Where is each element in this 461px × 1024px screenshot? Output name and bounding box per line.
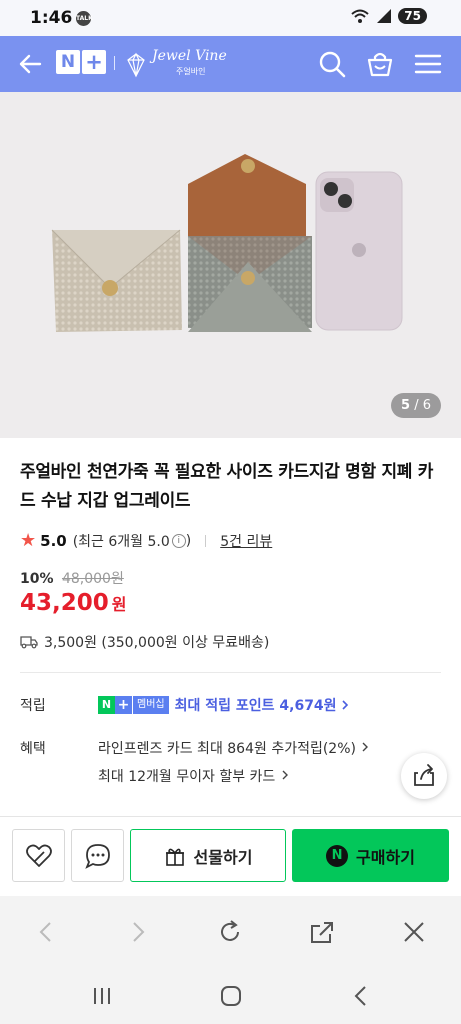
talk-notification-icon: TALK bbox=[76, 11, 93, 26]
points-row[interactable]: 적립 N + 멤버십 최대 적립 포인트 4,674원 bbox=[20, 695, 350, 715]
product-title: 주얼바인 천연가죽 꼭 필요한 사이즈 카드지갑 명함 지폐 카드 수납 지갑 … bbox=[20, 462, 434, 511]
membership-text: 멤버십 bbox=[133, 696, 169, 714]
buy-button[interactable]: N 구매하기 bbox=[292, 829, 449, 882]
phone-image bbox=[315, 171, 403, 331]
talk-inquiry-button[interactable] bbox=[71, 829, 124, 882]
discount-row: 10% 48,000원 bbox=[20, 568, 124, 588]
image-page-indicator: 5 / 6 bbox=[391, 393, 441, 418]
heart-icon bbox=[26, 844, 52, 867]
system-navigation-bar bbox=[0, 968, 461, 1024]
browser-toolbar bbox=[0, 896, 461, 968]
discount-rate: 10% bbox=[20, 571, 54, 587]
delivery-truck-icon bbox=[20, 636, 38, 649]
info-icon[interactable]: i bbox=[171, 533, 186, 548]
currency-unit: 원 bbox=[111, 595, 127, 614]
section-divider bbox=[20, 672, 441, 673]
battery-indicator: 75 bbox=[398, 8, 427, 24]
gift-button[interactable]: 선물하기 bbox=[130, 829, 286, 882]
menu-icon[interactable] bbox=[412, 48, 444, 80]
total-pages: 6 bbox=[422, 398, 431, 413]
naver-pay-icon: N bbox=[326, 844, 349, 867]
price-row: 43,200 원 bbox=[20, 590, 127, 616]
page-separator: / bbox=[414, 398, 419, 413]
brand-divider bbox=[114, 56, 115, 70]
beige-card-wallet bbox=[51, 229, 182, 332]
browser-share-icon[interactable] bbox=[308, 918, 336, 946]
star-icon: ★ bbox=[20, 530, 37, 551]
membership-n-logo: N bbox=[98, 696, 115, 714]
gift-icon bbox=[165, 848, 184, 866]
rating-row: ★ 5.0 (최근 6개월 5.0 i ) 5건 리뷰 bbox=[20, 530, 272, 551]
wishlist-button[interactable] bbox=[12, 829, 65, 882]
benefit-item[interactable]: 최대 12개월 무이자 할부 카드 bbox=[98, 766, 290, 786]
review-count-link[interactable]: 5건 리뷰 bbox=[220, 531, 272, 551]
original-price: 48,000원 bbox=[61, 571, 124, 587]
product-photo bbox=[51, 154, 403, 332]
benefits-label: 혜택 bbox=[20, 741, 46, 757]
membership-badge: N + 멤버십 bbox=[98, 696, 169, 714]
signal-icon bbox=[377, 9, 392, 23]
purchase-action-bar: 선물하기 N 구매하기 bbox=[0, 816, 461, 894]
brand-subtitle: 주얼바인 bbox=[176, 67, 206, 76]
status-time: 1:46 bbox=[30, 8, 73, 28]
max-points-text: 최대 적립 포인트 4,674원 bbox=[174, 698, 337, 714]
browser-forward-icon[interactable] bbox=[124, 918, 152, 946]
browser-back-icon[interactable] bbox=[32, 918, 60, 946]
rating-description: (최근 6개월 5.0 bbox=[72, 533, 170, 550]
home-icon[interactable] bbox=[219, 984, 243, 1008]
shipping-fee: 3,500원 (350,000원 이상 무료배송) bbox=[44, 635, 270, 651]
brand-name: Jewel Vine bbox=[152, 48, 227, 64]
plus-logo: + bbox=[82, 50, 106, 74]
buy-label: 구매하기 bbox=[356, 847, 415, 867]
current-page: 5 bbox=[401, 398, 411, 413]
benefit-item[interactable]: 라인프렌즈 카드 최대 864원 추가적립(2%) bbox=[98, 738, 370, 758]
membership-plus-logo: + bbox=[115, 696, 132, 714]
wifi-icon bbox=[351, 9, 369, 23]
status-icons: 75 bbox=[350, 8, 427, 24]
app-header: N + Jewel Vine 주얼바인 bbox=[0, 36, 461, 92]
system-back-icon[interactable] bbox=[349, 984, 373, 1008]
share-icon bbox=[414, 764, 434, 786]
product-image-carousel[interactable]: 5 / 6 bbox=[0, 92, 461, 438]
close-icon[interactable] bbox=[400, 918, 428, 946]
rating-divider bbox=[205, 534, 207, 547]
shipping-row: 3,500원 (350,000원 이상 무료배송) bbox=[20, 632, 269, 652]
naver-plus-logo[interactable]: N + bbox=[56, 50, 106, 76]
gift-label: 선물하기 bbox=[193, 847, 253, 867]
back-arrow-icon[interactable] bbox=[14, 48, 46, 80]
search-icon[interactable] bbox=[316, 48, 348, 80]
rating-value: 5.0 bbox=[40, 531, 67, 550]
naver-n-logo: N bbox=[56, 50, 80, 74]
chat-bubble-icon bbox=[85, 844, 110, 869]
refresh-icon[interactable] bbox=[216, 918, 244, 946]
cart-icon[interactable] bbox=[364, 48, 396, 80]
chevron-right-icon bbox=[341, 700, 348, 710]
chevron-right-icon bbox=[362, 742, 369, 752]
benefit-text: 라인프렌즈 카드 최대 864원 추가적립(2%) bbox=[98, 741, 356, 757]
points-label: 적립 bbox=[20, 698, 46, 714]
share-button[interactable] bbox=[401, 753, 447, 799]
benefit-text: 최대 12개월 무이자 할부 카드 bbox=[98, 769, 276, 785]
jewel-logo-icon bbox=[127, 52, 145, 78]
chevron-right-icon bbox=[282, 770, 288, 780]
rating-description-close: ) bbox=[185, 532, 192, 549]
recent-apps-icon[interactable] bbox=[90, 984, 114, 1008]
status-bar: 1:46 TALK 75 bbox=[0, 0, 461, 36]
grey-card-wallet bbox=[188, 154, 312, 332]
sale-price: 43,200 bbox=[20, 590, 109, 616]
